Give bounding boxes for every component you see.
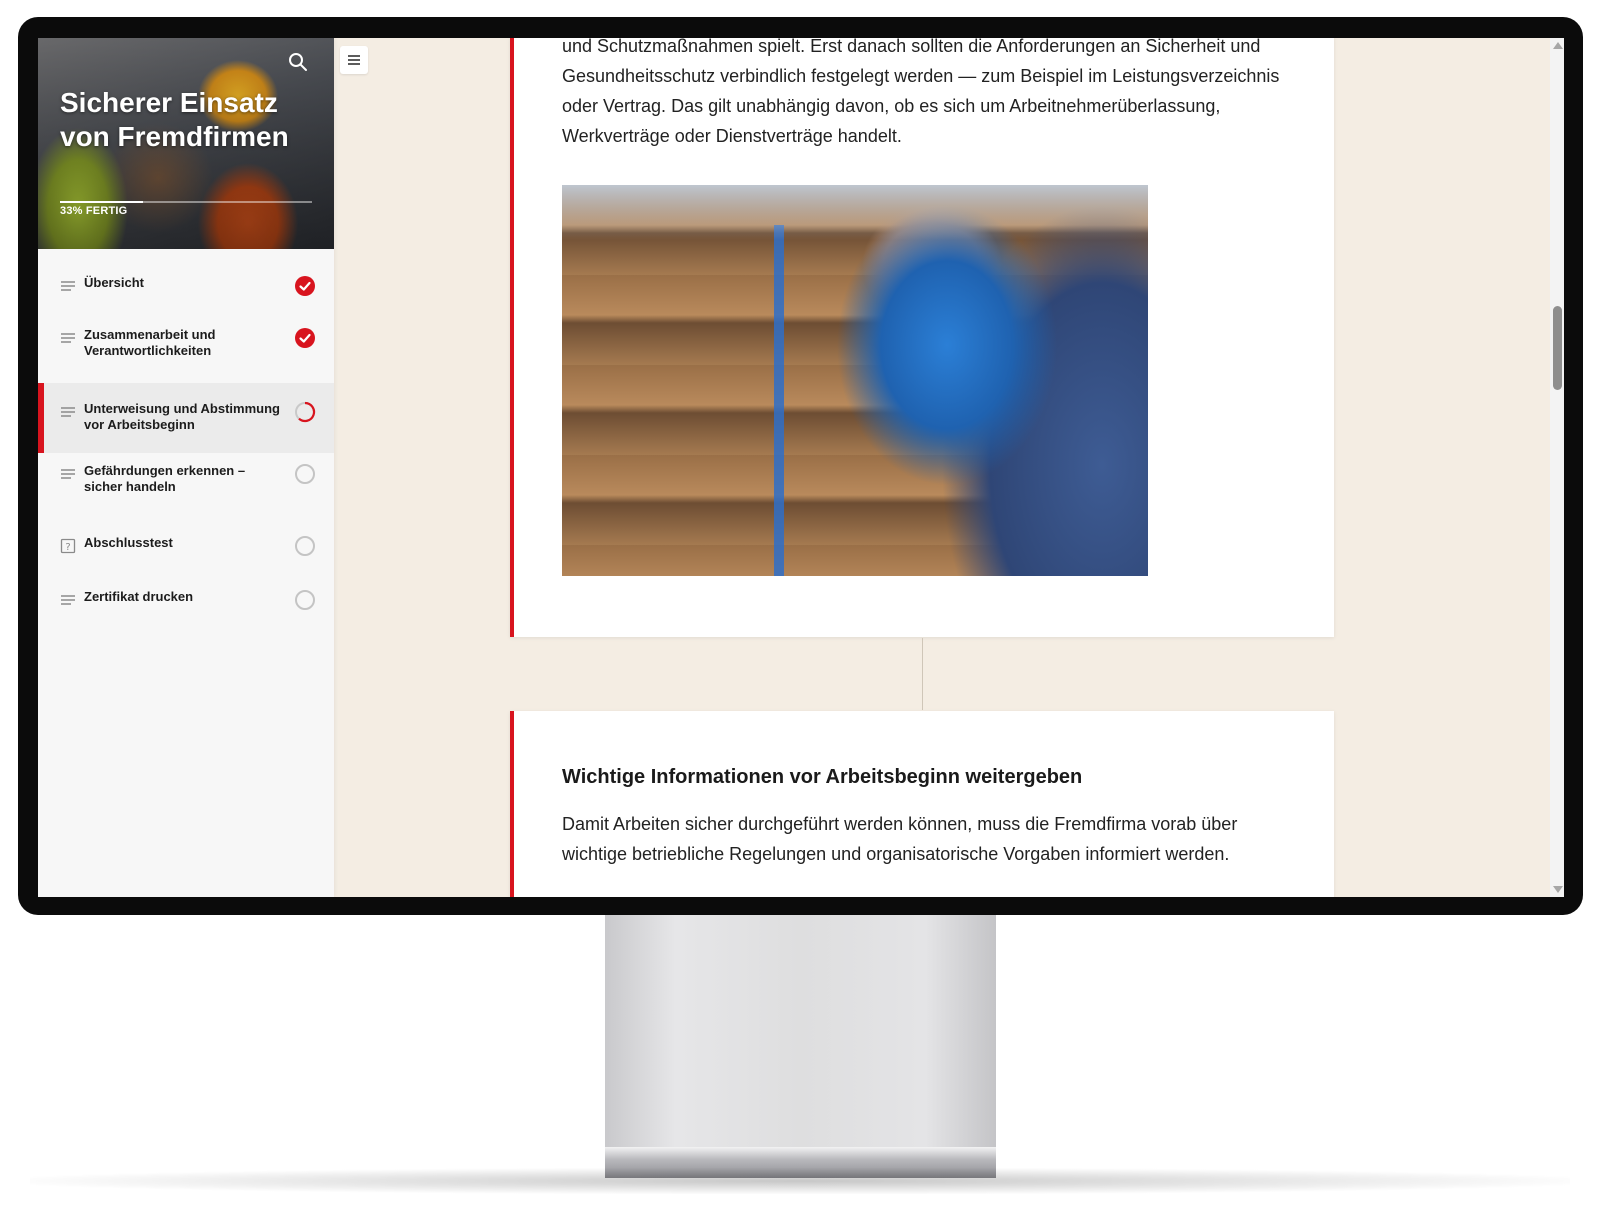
lines-icon (61, 281, 75, 291)
floor-shadow (30, 1168, 1570, 1194)
lines-icon (61, 469, 75, 479)
sidebar-item-label: Zertifikat drucken (84, 589, 194, 604)
sidebar-item-label: Übersicht (84, 275, 144, 290)
monitor-stand (605, 915, 996, 1147)
course-hero: Sicherer Einsatz von Fremdfirmen 33% FER… (38, 38, 334, 249)
lines-icon (61, 595, 75, 605)
section-heading: Wichtige Informationen vor Arbeitsbeginn… (562, 766, 1083, 788)
scroll-down-arrow-icon[interactable] (1553, 886, 1563, 893)
check-complete-icon (295, 276, 315, 296)
course-progress-label: 33% FERTIG (60, 205, 128, 217)
hamburger-icon (348, 55, 360, 65)
sidebar-item-label: Unterweisung und Abstimmung vor Arbeitsb… (84, 401, 280, 432)
sidebar-item-label: Abschlusstest (84, 535, 173, 550)
progress-partial-icon (295, 401, 316, 423)
svg-text:?: ? (65, 542, 70, 553)
circle-incomplete-icon (295, 590, 315, 610)
search-button[interactable] (288, 52, 314, 78)
sidebar-item-gefaehrdungen[interactable]: Gefährdungen erkennen – sicher handeln (38, 453, 334, 509)
lines-icon (61, 407, 75, 417)
sidebar-item-abschlusstest[interactable]: ? Abschlusstest (38, 527, 334, 565)
scroll-up-arrow-icon[interactable] (1553, 42, 1563, 49)
lesson-paragraph: Damit Arbeiten sicher durchgeführt werde… (562, 814, 1238, 864)
content-card-text-image: und Schutzmaßnahmen spielt. Erst danach … (510, 38, 1334, 637)
scrollbar-thumb[interactable] (1553, 306, 1562, 390)
sidebar-item-uebersicht[interactable]: Übersicht (38, 265, 334, 301)
circle-incomplete-icon (295, 536, 315, 556)
quiz-icon: ? (60, 538, 76, 554)
course-title: Sicherer Einsatz von Fremdfirmen (60, 87, 289, 152)
course-sidebar: Sicherer Einsatz von Fremdfirmen 33% FER… (38, 38, 334, 897)
sidebar-item-unterweisung[interactable]: Unterweisung und Abstimmung vor Arbeitsb… (38, 383, 334, 453)
course-progress-fill (60, 201, 144, 203)
screen: Sicherer Einsatz von Fremdfirmen 33% FER… (38, 38, 1564, 897)
sidebar-item-zusammenarbeit[interactable]: Zusammenarbeit und Verantwortlichkeiten (38, 317, 334, 373)
menu-toggle-button[interactable] (340, 46, 368, 74)
course-progress-bar (60, 201, 312, 203)
page-scrollbar[interactable] (1550, 38, 1564, 897)
block-divider (922, 638, 923, 710)
lesson-photo (562, 185, 1148, 576)
search-icon (289, 53, 307, 71)
lines-icon (61, 333, 75, 343)
sidebar-item-label: Gefährdungen erkennen – sicher handeln (84, 463, 246, 494)
check-complete-icon (295, 328, 315, 348)
content-card-info: Wichtige Informationen vor Arbeitsbeginn… (510, 711, 1334, 897)
sidebar-item-zertifikat[interactable]: Zertifikat drucken (38, 581, 334, 619)
circle-incomplete-icon (295, 464, 315, 484)
sidebar-item-label: Zusammenarbeit und Verantwortlichkeiten (84, 327, 216, 358)
lesson-paragraph: und Schutzmaßnahmen spielt. Erst danach … (562, 38, 1280, 146)
